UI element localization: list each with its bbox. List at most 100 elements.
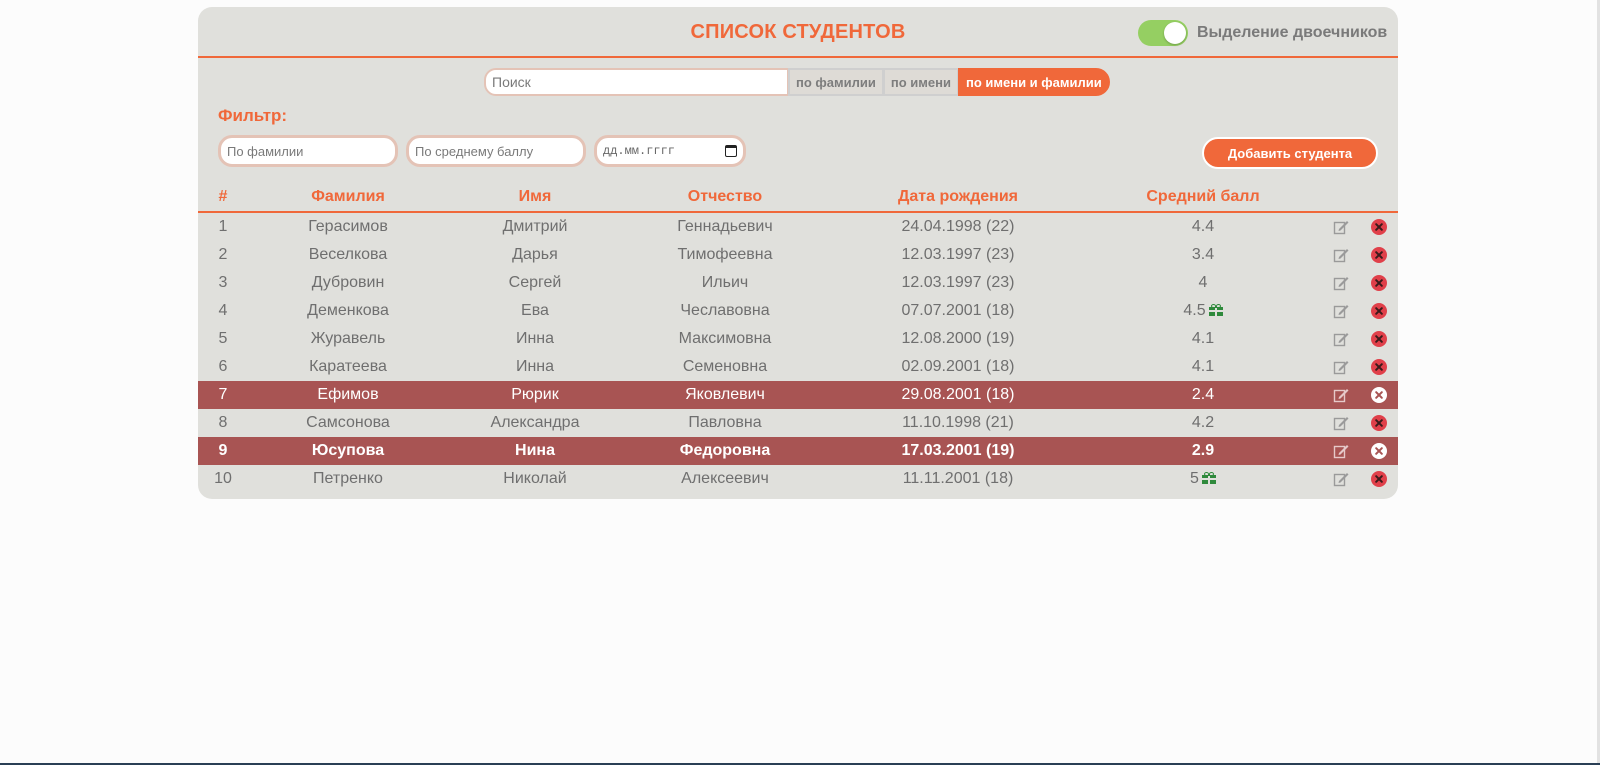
row-patronymic: Ильич bbox=[701, 274, 749, 291]
filter-label: Фильтр: bbox=[218, 106, 288, 125]
edit-icon[interactable] bbox=[1333, 303, 1349, 319]
row-firstname: Ева bbox=[521, 302, 549, 319]
row-patronymic: Геннадьевич bbox=[677, 218, 773, 235]
edit-icon[interactable] bbox=[1333, 387, 1349, 403]
students-table: # Фамилия Имя Отчество Дата рождения Сре… bbox=[198, 183, 1398, 493]
calendar-icon[interactable] bbox=[725, 145, 737, 157]
col-header-firstname[interactable]: Имя bbox=[460, 183, 610, 211]
row-num: 1 bbox=[218, 218, 228, 235]
add-student-button[interactable]: Добавить студента bbox=[1202, 137, 1378, 169]
row-firstname: Нина bbox=[515, 442, 555, 459]
col-header-dob[interactable]: Дата рождения bbox=[858, 183, 1058, 211]
search-mode-fullname[interactable]: по имени и фамилии bbox=[957, 68, 1110, 96]
row-dob: 24.04.1998 (22) bbox=[901, 218, 1015, 235]
row-avg: 4.5 bbox=[1183, 302, 1206, 319]
edit-icon[interactable] bbox=[1333, 275, 1349, 291]
col-header-lastname[interactable]: Фамилия bbox=[268, 183, 428, 211]
row-num: 9 bbox=[218, 442, 228, 459]
col-header-num[interactable]: # bbox=[212, 183, 234, 211]
delete-icon[interactable] bbox=[1371, 387, 1387, 403]
row-lastname: Каратеева bbox=[309, 358, 387, 375]
row-avg-cell: 4.4 bbox=[1128, 213, 1278, 241]
row-patronymic: Алексеевич bbox=[681, 470, 769, 487]
row-patronymic: Семеновна bbox=[682, 358, 768, 375]
row-dob: 12.03.1997 (23) bbox=[901, 274, 1015, 291]
row-firstname: Инна bbox=[515, 358, 555, 375]
row-num: 8 bbox=[218, 414, 228, 431]
edit-icon[interactable] bbox=[1333, 331, 1349, 347]
row-dob: 11.11.2001 (18) bbox=[902, 470, 1014, 487]
delete-icon[interactable] bbox=[1371, 275, 1387, 291]
row-firstname: Инна bbox=[515, 330, 555, 347]
delete-icon[interactable] bbox=[1371, 303, 1387, 319]
search-mode-firstname[interactable]: по имени bbox=[882, 68, 959, 96]
row-avg: 4.1 bbox=[1191, 330, 1215, 347]
row-dob: 07.07.2001 (18) bbox=[901, 302, 1015, 319]
edit-icon[interactable] bbox=[1333, 443, 1349, 459]
edit-icon[interactable] bbox=[1333, 219, 1349, 235]
table-row: 10 Петренко Николай Алексеевич 11.11.2001 (1… bbox=[198, 465, 1398, 493]
row-avg: 4.2 bbox=[1191, 414, 1215, 431]
row-firstname: Дмитрий bbox=[502, 218, 568, 235]
row-avg-cell: 2.4 bbox=[1128, 381, 1278, 409]
row-patronymic: Яковлевич bbox=[685, 386, 765, 403]
row-firstname: Дарья bbox=[512, 246, 558, 263]
row-num: 10 bbox=[214, 470, 232, 487]
table-row: 9 Юсупова Нина Федоровна 17.03.2001 (19) 2.9 bbox=[198, 437, 1398, 465]
filter-row: дд.мм.гггг bbox=[218, 135, 746, 167]
row-dob: 12.03.1997 (23) bbox=[901, 246, 1015, 263]
filter-date-input[interactable]: дд.мм.гггг bbox=[594, 135, 746, 167]
search-mode-lastname[interactable]: по фамилии bbox=[788, 68, 884, 96]
panel-header: СПИСОК СТУДЕНТОВ Выделение двоечников bbox=[198, 7, 1398, 58]
row-patronymic: Максимовна bbox=[678, 330, 772, 347]
table-row: 3 Дубровин Сергей Ильич 12.03.1997 (23) 4 bbox=[198, 269, 1398, 297]
row-dob: 11.10.1998 (21) bbox=[902, 414, 1014, 431]
highlight-failing-toggle[interactable]: Выделение двоечников bbox=[1138, 20, 1387, 46]
row-avg: 5 bbox=[1190, 470, 1199, 487]
row-lastname: Юсупова bbox=[311, 442, 385, 459]
row-patronymic: Федоровна bbox=[679, 442, 771, 459]
row-lastname: Веселкова bbox=[308, 246, 388, 263]
delete-icon[interactable] bbox=[1371, 359, 1387, 375]
row-num: 2 bbox=[218, 246, 228, 263]
toggle-switch[interactable] bbox=[1138, 20, 1188, 46]
row-num: 3 bbox=[218, 274, 228, 291]
col-header-avg[interactable]: Средний балл bbox=[1128, 183, 1278, 211]
delete-icon[interactable] bbox=[1371, 443, 1387, 459]
row-lastname: Герасимов bbox=[308, 218, 388, 235]
date-placeholder: дд.мм.гггг bbox=[603, 144, 676, 158]
delete-icon[interactable] bbox=[1371, 331, 1387, 347]
row-lastname: Петренко bbox=[313, 470, 383, 487]
edit-icon[interactable] bbox=[1333, 247, 1349, 263]
row-dob: 29.08.2001 (18) bbox=[901, 386, 1015, 403]
table-row: 7 Ефимов Рюрик Яковлевич 29.08.2001 (18) 2.4 bbox=[198, 381, 1398, 409]
row-lastname: Ефимов bbox=[317, 386, 379, 403]
edit-icon[interactable] bbox=[1333, 471, 1349, 487]
row-firstname: Николай bbox=[503, 470, 567, 487]
gift-icon bbox=[1208, 304, 1223, 316]
table-body: 1 Герасимов Дмитрий Геннадьевич 24.04.1998 (… bbox=[198, 213, 1398, 493]
search-input[interactable] bbox=[484, 68, 789, 96]
delete-icon[interactable] bbox=[1371, 247, 1387, 263]
edit-icon[interactable] bbox=[1333, 415, 1349, 431]
row-avg: 4.4 bbox=[1191, 218, 1215, 235]
row-firstname: Александра bbox=[490, 414, 580, 431]
filter-avg-input[interactable] bbox=[406, 135, 586, 167]
row-dob: 17.03.2001 (19) bbox=[901, 442, 1015, 459]
row-lastname: Дубровин bbox=[311, 274, 385, 291]
row-lastname: Самсонова bbox=[306, 414, 390, 431]
edit-icon[interactable] bbox=[1333, 359, 1349, 375]
col-header-patronymic[interactable]: Отчество bbox=[645, 183, 805, 211]
table-row: 2 Веселкова Дарья Тимофеевна 12.03.1997 (23)… bbox=[198, 241, 1398, 269]
row-patronymic: Чеславовна bbox=[680, 302, 770, 319]
row-avg-cell: 4.2 bbox=[1128, 409, 1278, 437]
row-avg-cell: 4.5 bbox=[1128, 297, 1278, 325]
row-avg-cell: 4.1 bbox=[1128, 325, 1278, 353]
delete-icon[interactable] bbox=[1371, 471, 1387, 487]
row-lastname: Журавель bbox=[310, 330, 386, 347]
search-bar: по фамилии по имени по имени и фамилии bbox=[484, 68, 1110, 96]
delete-icon[interactable] bbox=[1371, 415, 1387, 431]
students-panel: СПИСОК СТУДЕНТОВ Выделение двоечников по… bbox=[198, 7, 1398, 499]
filter-lastname-input[interactable] bbox=[218, 135, 398, 167]
delete-icon[interactable] bbox=[1371, 219, 1387, 235]
